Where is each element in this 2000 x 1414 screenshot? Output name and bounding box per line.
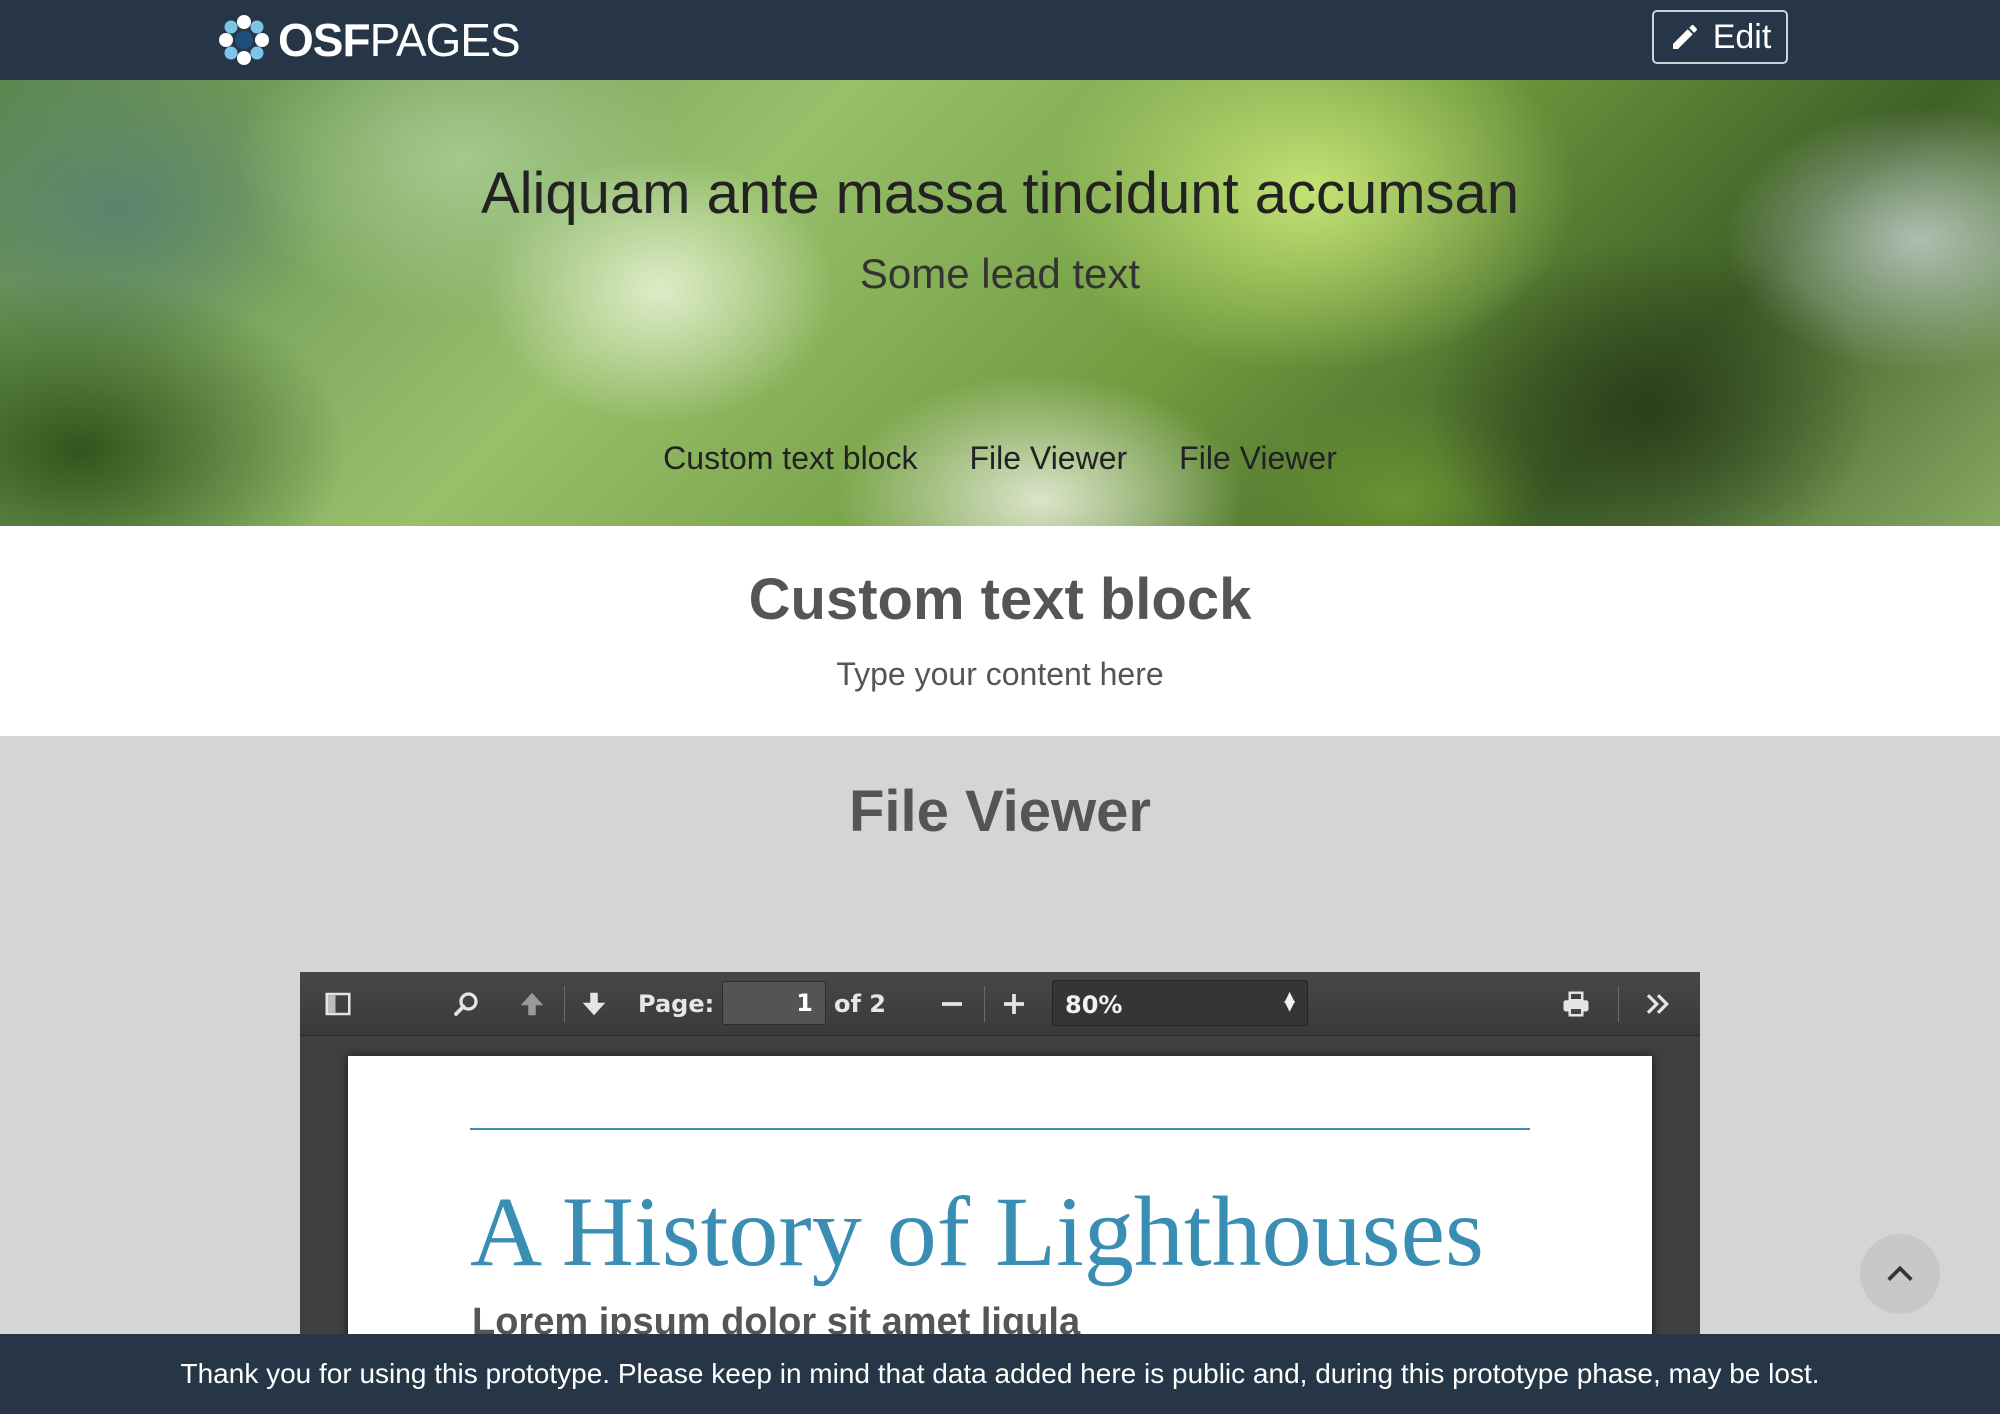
notice-text: Thank you for using this prototype. Plea… — [180, 1358, 1820, 1389]
toolbar-divider — [984, 986, 985, 1022]
brand-name: OSFPAGES — [278, 14, 521, 66]
previous-page-icon[interactable] — [514, 986, 550, 1022]
custom-text-block-section: Custom text block Type your content here — [0, 526, 2000, 736]
brand-link[interactable]: OSFPAGES — [216, 8, 521, 72]
nav-link-custom-text-block[interactable]: Custom text block — [663, 440, 917, 477]
scroll-to-top-button[interactable] — [1860, 1234, 1940, 1314]
edit-label: Edit — [1712, 17, 1772, 56]
hero-lead-text: Some lead text — [859, 250, 1141, 297]
page-label: Page: — [638, 990, 715, 1018]
pdf-toolbar: Page: of 2 80% ▲▼ — [300, 972, 1700, 1036]
toolbar-divider — [1618, 986, 1619, 1022]
section-nav: Custom text block File Viewer File Viewe… — [0, 440, 2000, 477]
next-page-icon[interactable] — [576, 986, 612, 1022]
title-rule — [470, 1128, 1530, 1130]
pencil-icon — [1672, 24, 1697, 49]
zoom-in-icon[interactable] — [996, 986, 1032, 1022]
edit-button[interactable]: Edit — [1652, 10, 1788, 64]
page-total: of 2 — [834, 990, 886, 1018]
hero-banner: Aliquam ante massa tincidunt accumsan So… — [0, 80, 2000, 526]
toolbar-divider — [564, 986, 565, 1022]
section-body-text: Type your content here — [836, 656, 1164, 692]
sidebar-toggle-icon[interactable] — [320, 986, 356, 1022]
osf-logo-icon — [219, 15, 269, 65]
page-number-input[interactable] — [722, 981, 826, 1025]
section-title: File Viewer — [849, 779, 1151, 844]
select-arrows-icon: ▲ ▼ — [1284, 989, 1295, 1014]
nav-link-file-viewer-2[interactable]: File Viewer — [1179, 440, 1337, 477]
zoom-out-icon[interactable] — [934, 986, 970, 1022]
document-title: A History of Lighthouses — [470, 1176, 1484, 1287]
more-tools-icon[interactable] — [1640, 986, 1676, 1022]
top-navbar: OSFPAGES Edit — [0, 0, 2000, 80]
section-title: Custom text block — [748, 567, 1252, 632]
print-icon[interactable] — [1558, 986, 1594, 1022]
hero-title: Aliquam ante massa tincidunt accumsan — [480, 161, 1520, 226]
nav-link-file-viewer[interactable]: File Viewer — [969, 440, 1127, 477]
zoom-value: 80% — [1065, 991, 1123, 1019]
chevron-up-icon — [1887, 1265, 1913, 1281]
search-icon[interactable] — [448, 986, 484, 1022]
zoom-select[interactable]: 80% ▲ ▼ — [1052, 980, 1308, 1026]
prototype-notice-banner: Thank you for using this prototype. Plea… — [0, 1334, 2000, 1414]
